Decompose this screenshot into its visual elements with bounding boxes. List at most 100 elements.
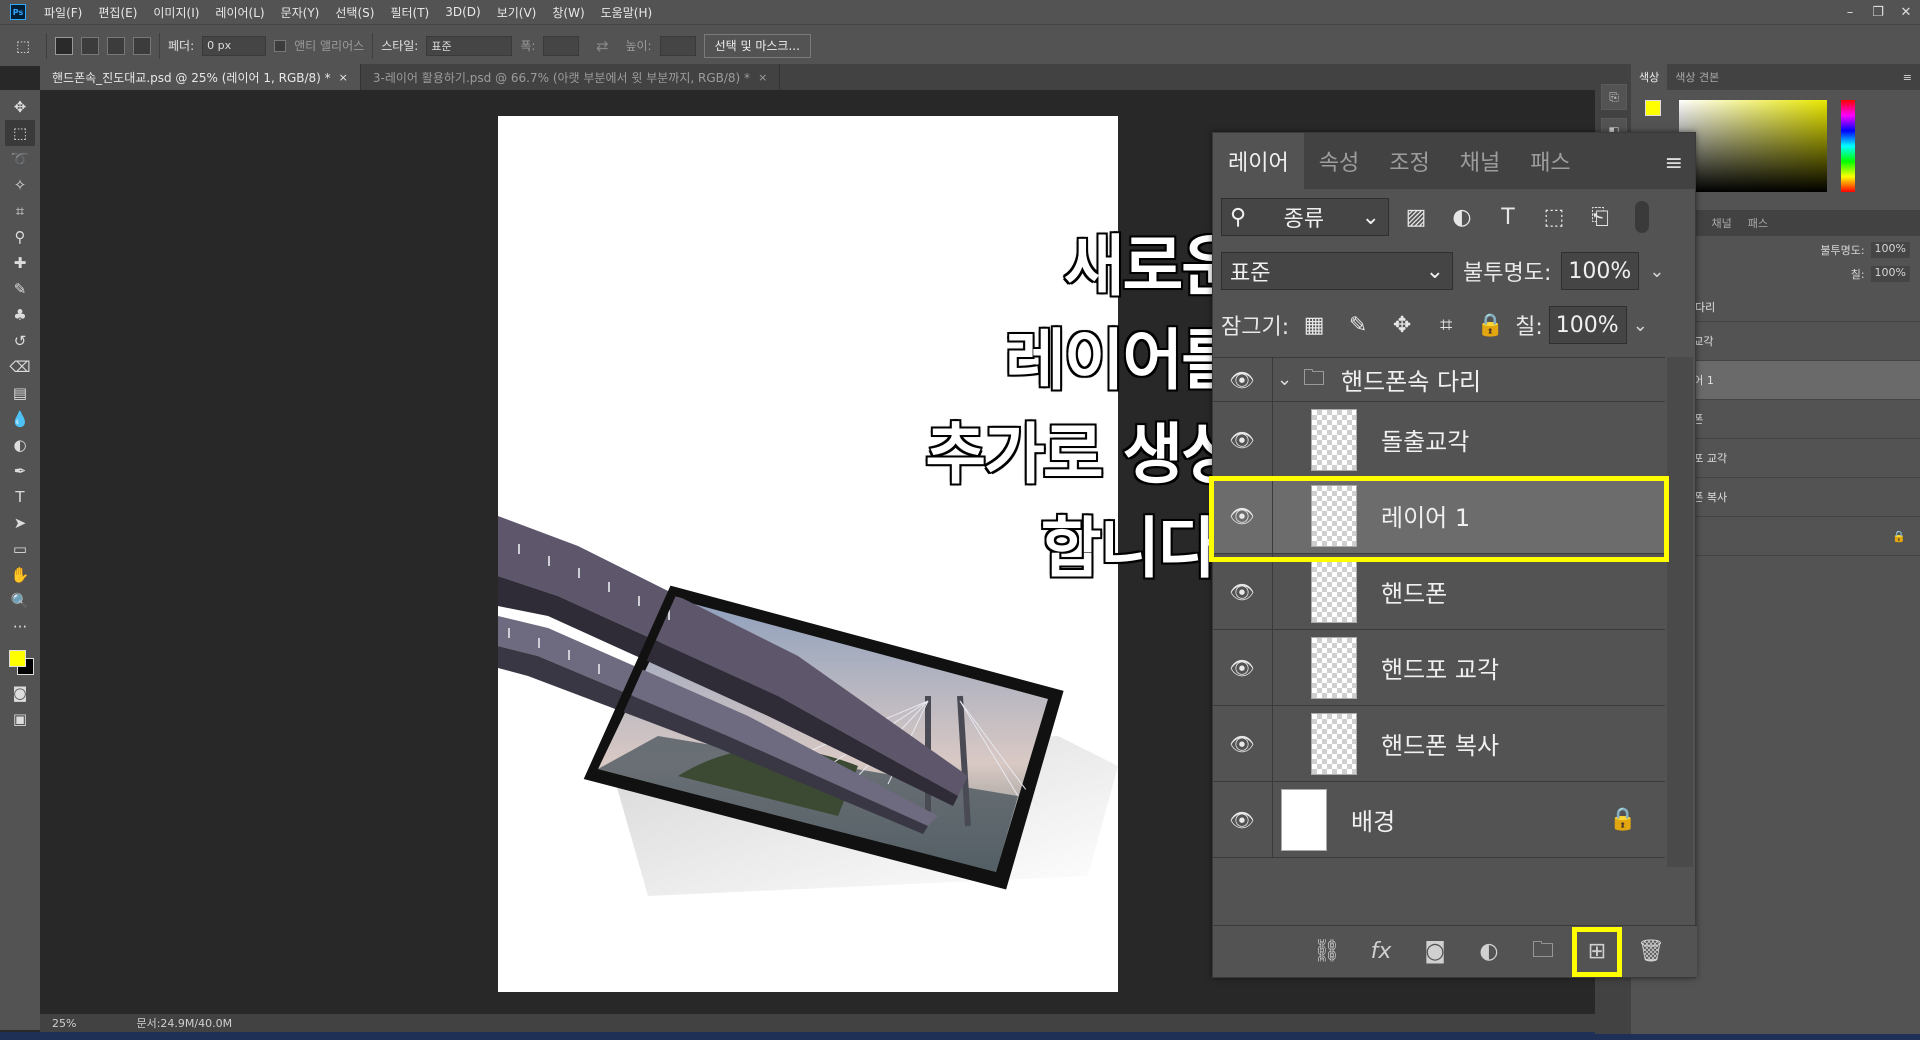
adjustment-layer-icon[interactable]: ◐ [1473, 936, 1505, 968]
zoom-tool-icon[interactable]: 🔍 [5, 588, 35, 614]
blend-mode-select[interactable]: 표준 ⌄ [1221, 252, 1453, 290]
mini-opacity-value[interactable]: 100% [1870, 242, 1910, 258]
lock-position-icon[interactable]: ✥ [1383, 313, 1421, 338]
menu-window[interactable]: 창(W) [544, 4, 592, 21]
history-brush-tool-icon[interactable]: ↺ [5, 328, 35, 354]
layers-scrollbar[interactable] [1667, 357, 1693, 867]
hue-slider[interactable] [1841, 100, 1855, 192]
new-layer-icon[interactable]: ⊞ [1572, 926, 1622, 977]
screen-mode-icon[interactable]: ▣ [5, 706, 35, 732]
stamp-tool-icon[interactable]: ♣ [5, 302, 35, 328]
chevron-down-icon[interactable]: ⌄ [1277, 369, 1292, 390]
link-layers-icon[interactable]: ⛓ [1311, 936, 1343, 968]
shape-filter-icon[interactable]: ⬚ [1535, 205, 1573, 230]
lock-artboard-icon[interactable]: ⌗ [1427, 313, 1465, 338]
rectangle-tool-icon[interactable]: ▭ [5, 536, 35, 562]
lock-all-icon[interactable]: 🔒 [1471, 313, 1509, 338]
height-input[interactable] [659, 35, 696, 56]
lock-pixels-icon[interactable]: ✎ [1339, 313, 1377, 338]
document-size[interactable]: 문서:24.9M/40.0M [136, 1015, 232, 1031]
panel-menu-icon[interactable]: ≡ [1903, 71, 1920, 84]
menu-view[interactable]: 보기(V) [489, 4, 545, 21]
smart-object-filter-icon[interactable]: ⎗ [1581, 205, 1619, 230]
chevron-down-icon[interactable]: ⌄ [1633, 315, 1648, 336]
menu-type[interactable]: 문자(Y) [273, 4, 328, 21]
foreground-swatch[interactable] [1645, 100, 1661, 116]
eye-icon[interactable]: 👁 [1227, 653, 1257, 683]
type-tool-icon[interactable]: T [5, 484, 35, 510]
healing-brush-tool-icon[interactable]: ✚ [5, 250, 35, 276]
delete-layer-icon[interactable]: 🗑 [1635, 936, 1667, 968]
close-icon[interactable]: ✕ [1892, 0, 1920, 24]
eye-icon[interactable]: 👁 [1227, 425, 1257, 455]
crop-tool-icon[interactable]: ⌗ [5, 198, 35, 224]
adjustment-filter-icon[interactable]: ◐ [1443, 205, 1481, 230]
eye-icon[interactable]: 👁 [1227, 729, 1257, 759]
add-selection-icon[interactable] [81, 36, 99, 55]
magic-wand-tool-icon[interactable]: ✧ [5, 172, 35, 198]
layer-row[interactable]: 👁 핸드폰 [1213, 554, 1665, 630]
tab-properties[interactable]: 속성 [1304, 133, 1374, 189]
menu-file[interactable]: 파일(F) [36, 4, 90, 21]
menu-edit[interactable]: 편집(E) [90, 4, 145, 21]
opacity-input[interactable]: 100% [1561, 252, 1640, 290]
menu-help[interactable]: 도움말(H) [593, 4, 661, 21]
layer-row[interactable]: 👁 돌출교각 [1213, 402, 1665, 478]
tab-layers[interactable]: 레이어 [1213, 133, 1304, 189]
tab-document-1[interactable]: 핸드폰속_진도대교.psd @ 25% (레이어 1, RGB/8) * × [40, 64, 361, 90]
tab-paths[interactable]: 패스 [1515, 133, 1585, 189]
eraser-tool-icon[interactable]: ⌫ [5, 354, 35, 380]
marquee-tool-icon[interactable]: ⬚ [5, 120, 35, 146]
eye-icon[interactable]: 👁 [1227, 805, 1257, 835]
color-swatches[interactable] [5, 646, 35, 680]
menu-filter[interactable]: 필터(T) [382, 4, 437, 21]
tab-swatches[interactable]: 색상 견본 [1667, 64, 1727, 90]
close-tab-icon[interactable]: × [758, 71, 767, 84]
intersect-selection-icon[interactable] [133, 36, 151, 55]
hand-tool-icon[interactable]: ✋ [5, 562, 35, 588]
foreground-color[interactable] [9, 650, 26, 667]
lock-transparency-icon[interactable]: ▦ [1295, 313, 1333, 338]
layer-row[interactable]: 👁 핸드포 교각 [1213, 630, 1665, 706]
menu-image[interactable]: 이미지(I) [145, 4, 207, 21]
pen-tool-icon[interactable]: ✒ [5, 458, 35, 484]
path-selection-tool-icon[interactable]: ➤ [5, 510, 35, 536]
layer-row-background[interactable]: 👁 배경 🔒 [1213, 782, 1665, 858]
close-tab-icon[interactable]: × [339, 71, 348, 84]
mini-tab-paths[interactable]: 패스 [1740, 210, 1776, 236]
restore-icon[interactable]: ❐ [1864, 0, 1892, 24]
fill-input[interactable]: 100% [1548, 306, 1627, 344]
type-filter-icon[interactable]: T [1489, 205, 1527, 230]
subtract-selection-icon[interactable] [107, 36, 125, 55]
layer-group-row[interactable]: 👁 ⌄ 🗀 핸드폰속 다리 [1213, 358, 1665, 402]
minimize-icon[interactable]: – [1836, 0, 1864, 24]
swap-icon[interactable]: ⇄ [587, 33, 617, 59]
mini-fill-value[interactable]: 100% [1870, 266, 1910, 282]
layer-filter-select[interactable]: ⚲ 종류 ⌄ [1221, 198, 1389, 236]
menu-select[interactable]: 선택(S) [327, 4, 382, 21]
history-panel-icon[interactable]: ⎘ [1601, 84, 1627, 110]
tab-adjustments[interactable]: 조정 [1374, 133, 1444, 189]
move-tool-icon[interactable]: ✥ [5, 94, 35, 120]
antialias-checkbox[interactable] [274, 39, 287, 52]
blur-tool-icon[interactable]: 💧 [5, 406, 35, 432]
tab-channels[interactable]: 채널 [1445, 133, 1515, 189]
marquee-preset-icon[interactable]: ⬚ [8, 33, 38, 59]
filter-toggle[interactable] [1635, 201, 1649, 233]
eye-icon[interactable]: 👁 [1227, 577, 1257, 607]
image-filter-icon[interactable]: ▨ [1397, 205, 1435, 230]
menu-layer[interactable]: 레이어(L) [207, 4, 272, 21]
new-group-icon[interactable]: 🗀 [1527, 936, 1559, 968]
layer-row[interactable]: 👁 핸드폰 복사 [1213, 706, 1665, 782]
feather-input[interactable]: 0 px [202, 35, 267, 56]
zoom-level[interactable]: 25% [52, 1017, 76, 1030]
quick-mask-icon[interactable]: ◙ [5, 680, 35, 706]
width-input[interactable] [543, 35, 580, 56]
eyedropper-tool-icon[interactable]: ⚲ [5, 224, 35, 250]
select-and-mask-button[interactable]: 선택 및 마스크... [703, 33, 811, 58]
dodge-tool-icon[interactable]: ◐ [5, 432, 35, 458]
chevron-down-icon[interactable]: ⌄ [1649, 261, 1664, 282]
eye-icon[interactable]: 👁 [1227, 365, 1257, 395]
mini-tab-channels[interactable]: 채널 [1704, 210, 1740, 236]
more-tools-icon[interactable]: ··· [5, 614, 35, 640]
